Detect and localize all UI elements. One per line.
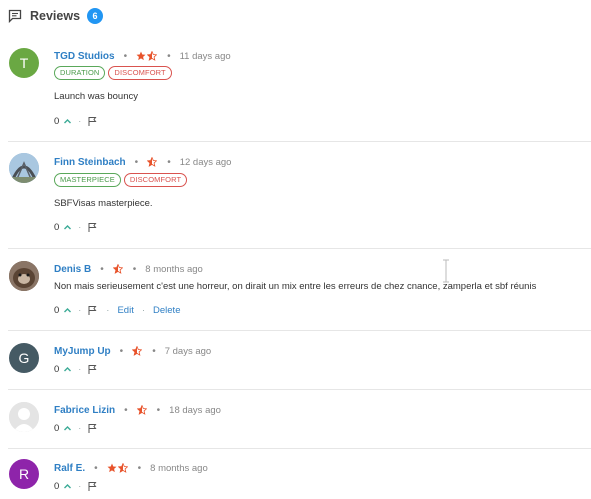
avatar[interactable]: [9, 402, 39, 432]
vote-count: 0: [54, 221, 60, 233]
review-item: Finn Steinbach • • 12 days ago MASTERPIE…: [0, 142, 591, 249]
star-rating: [136, 405, 148, 415]
review-author[interactable]: Finn Steinbach: [54, 157, 126, 168]
review-author[interactable]: MyJump Up: [54, 346, 111, 357]
tag-discomfort: DISCOMFORT: [123, 173, 188, 187]
avatar[interactable]: T: [9, 48, 39, 78]
upvote-icon[interactable]: [63, 482, 72, 491]
star-half-icon: [147, 157, 158, 167]
review-author[interactable]: TGD Studios: [54, 51, 115, 62]
review-item: Fabrice Lizin • • 18 days ago 0 ·: [0, 390, 591, 449]
star-half-icon: [132, 346, 143, 356]
text-cursor-icon: [443, 259, 449, 283]
edit-link[interactable]: Edit: [117, 305, 133, 316]
star-half-icon: [136, 405, 147, 415]
review-author[interactable]: Fabrice Lizin: [54, 405, 115, 416]
review-time: 7 days ago: [164, 345, 212, 357]
star-half-icon: [147, 51, 158, 61]
flag-icon[interactable]: [87, 423, 98, 434]
review-time: 18 days ago: [169, 404, 221, 416]
star-rating: [107, 463, 129, 473]
delete-link[interactable]: Delete: [153, 305, 180, 316]
star-rating: [136, 51, 158, 61]
flag-icon[interactable]: [87, 116, 98, 127]
reviews-title: Reviews: [30, 9, 81, 23]
review-text: SBFVisas masterpiece.: [54, 198, 153, 209]
tag-discomfort: DISCOMFORT: [108, 66, 172, 80]
reviews-header: Reviews 6: [8, 6, 104, 26]
star-rating: [112, 264, 124, 274]
tag-duration: DURATION: [54, 66, 106, 80]
review-time: 11 days ago: [179, 50, 231, 62]
review-time: 8 months ago: [145, 263, 203, 275]
chat-icon: [8, 9, 22, 23]
review-item: R Ralf E. • • 8 months ago 0 ·: [0, 449, 591, 499]
star-rating: [132, 346, 143, 356]
star-half-icon: [117, 463, 128, 473]
flag-icon[interactable]: [87, 305, 98, 316]
vote-count: 0: [54, 422, 60, 434]
review-author[interactable]: Ralf E.: [54, 463, 85, 474]
review-time: 8 months ago: [150, 462, 208, 474]
tag-masterpiece: MASTERPIECE: [54, 173, 121, 187]
avatar[interactable]: G: [9, 343, 39, 373]
upvote-icon[interactable]: [63, 117, 72, 126]
review-text: Non mais serieusement c'est une horreur,…: [54, 281, 537, 292]
flag-icon[interactable]: [87, 364, 98, 375]
review-time: 12 days ago: [179, 156, 232, 168]
flag-icon[interactable]: [87, 222, 98, 233]
star-half-icon: [112, 264, 123, 274]
flag-icon[interactable]: [87, 481, 98, 492]
review-author[interactable]: Denis B: [54, 264, 91, 275]
review-item: T TGD Studios • • 11 days ago DURATION D…: [0, 38, 591, 142]
vote-count: 0: [54, 363, 60, 375]
upvote-icon[interactable]: [63, 365, 72, 374]
avatar[interactable]: [9, 153, 39, 183]
star-rating: [147, 157, 158, 167]
upvote-icon[interactable]: [63, 223, 72, 232]
upvote-icon[interactable]: [63, 306, 72, 315]
star-full-icon: [107, 463, 117, 473]
upvote-icon[interactable]: [63, 424, 72, 433]
star-full-icon: [136, 51, 146, 61]
review-text: Launch was bouncy: [54, 91, 138, 102]
avatar[interactable]: R: [9, 459, 39, 489]
vote-count: 0: [54, 304, 60, 316]
vote-count: 0: [54, 480, 60, 492]
review-item: G MyJump Up • • 7 days ago 0 ·: [0, 331, 591, 390]
avatar[interactable]: [9, 261, 39, 291]
review-item: Denis B • • 8 months ago Non mais serieu…: [0, 249, 591, 331]
vote-count: 0: [54, 115, 60, 127]
reviews-count-badge: 6: [87, 8, 104, 24]
